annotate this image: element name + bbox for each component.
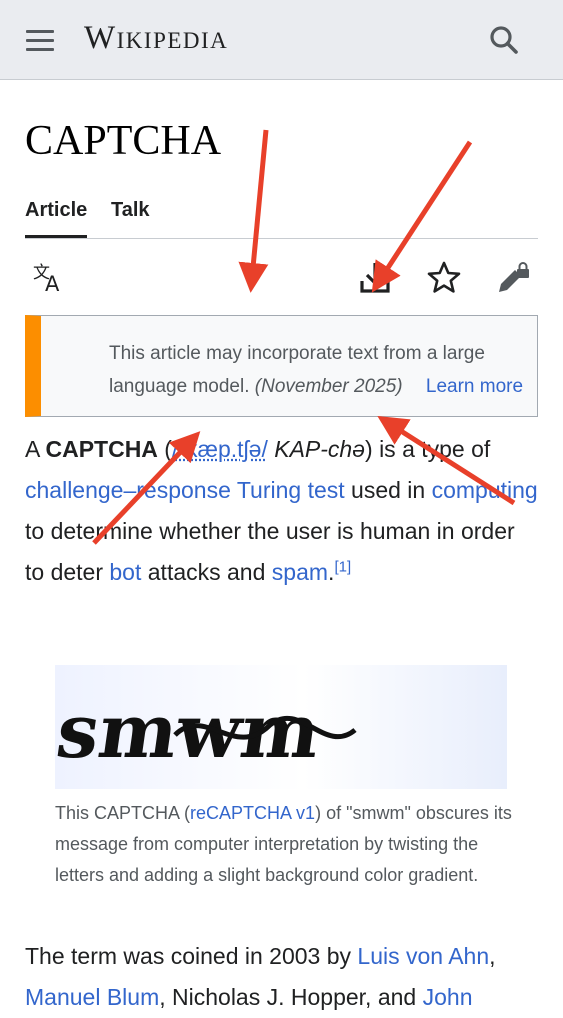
- para-text: ,: [489, 943, 496, 969]
- intro-text: (: [157, 436, 172, 462]
- figure-caption: This CAPTCHA (reCAPTCHA v1) of "smwm" ob…: [55, 798, 515, 891]
- link-john[interactable]: John: [423, 984, 473, 1010]
- history-paragraph: The term was coined in 2003 by Luis von …: [25, 936, 540, 1018]
- link-challenge-response[interactable]: challenge–response Turing test: [25, 477, 345, 503]
- link-spam[interactable]: spam: [272, 559, 328, 585]
- caption-text: This CAPTCHA (: [55, 803, 191, 823]
- hamburger-menu-icon[interactable]: [22, 22, 60, 58]
- tab-talk[interactable]: Talk: [111, 190, 150, 238]
- page-title: CAPTCHA: [25, 118, 222, 164]
- star-watch-icon[interactable]: [424, 258, 464, 298]
- captcha-image-text: smwm: [55, 687, 326, 775]
- tab-article[interactable]: Article: [25, 190, 88, 238]
- ipa-link[interactable]: /ˈkæp.tʃə/: [172, 436, 268, 462]
- para-text: , Nicholas J. Hopper, and: [159, 984, 423, 1010]
- link-bot[interactable]: bot: [109, 559, 141, 585]
- intro-text: used in: [344, 477, 432, 503]
- download-icon[interactable]: [355, 258, 395, 298]
- language-icon[interactable]: 文 A: [29, 258, 69, 298]
- svg-text:A: A: [45, 272, 60, 296]
- learn-more-link[interactable]: Learn more: [426, 376, 523, 397]
- intro-paragraph: A CAPTCHA (/ˈkæp.tʃə/ KAP-chə) is a type…: [25, 429, 540, 593]
- para-text: The term was coined in 2003 by: [25, 943, 358, 969]
- intro-text: attacks and: [141, 559, 272, 585]
- llm-warning-notice: This article may incorporate text from a…: [25, 315, 538, 417]
- edit-lock-icon[interactable]: [494, 258, 534, 298]
- link-luis-von-ahn[interactable]: Luis von Ahn: [357, 943, 489, 969]
- notice-date: (November 2025): [254, 376, 403, 397]
- link-computing[interactable]: computing: [432, 477, 538, 503]
- site-header: Wikipedia: [0, 0, 563, 80]
- search-icon[interactable]: [484, 20, 524, 60]
- link-recaptcha-v1[interactable]: reCAPTCHA v1: [190, 803, 315, 823]
- intro-text: A: [25, 436, 46, 462]
- respelling: KAP-chə: [274, 436, 366, 462]
- notice-text-block: This article may incorporate text from a…: [109, 337, 549, 403]
- wikipedia-wordmark[interactable]: Wikipedia: [84, 18, 228, 58]
- reference-1[interactable]: [1]: [334, 558, 351, 575]
- link-manuel-blum[interactable]: Manuel Blum: [25, 984, 159, 1010]
- page-tabs: Article Talk: [25, 190, 538, 239]
- intro-text: ) is a type of: [365, 436, 491, 462]
- captcha-image[interactable]: smwm: [52, 665, 507, 789]
- intro-term: CAPTCHA: [45, 436, 158, 462]
